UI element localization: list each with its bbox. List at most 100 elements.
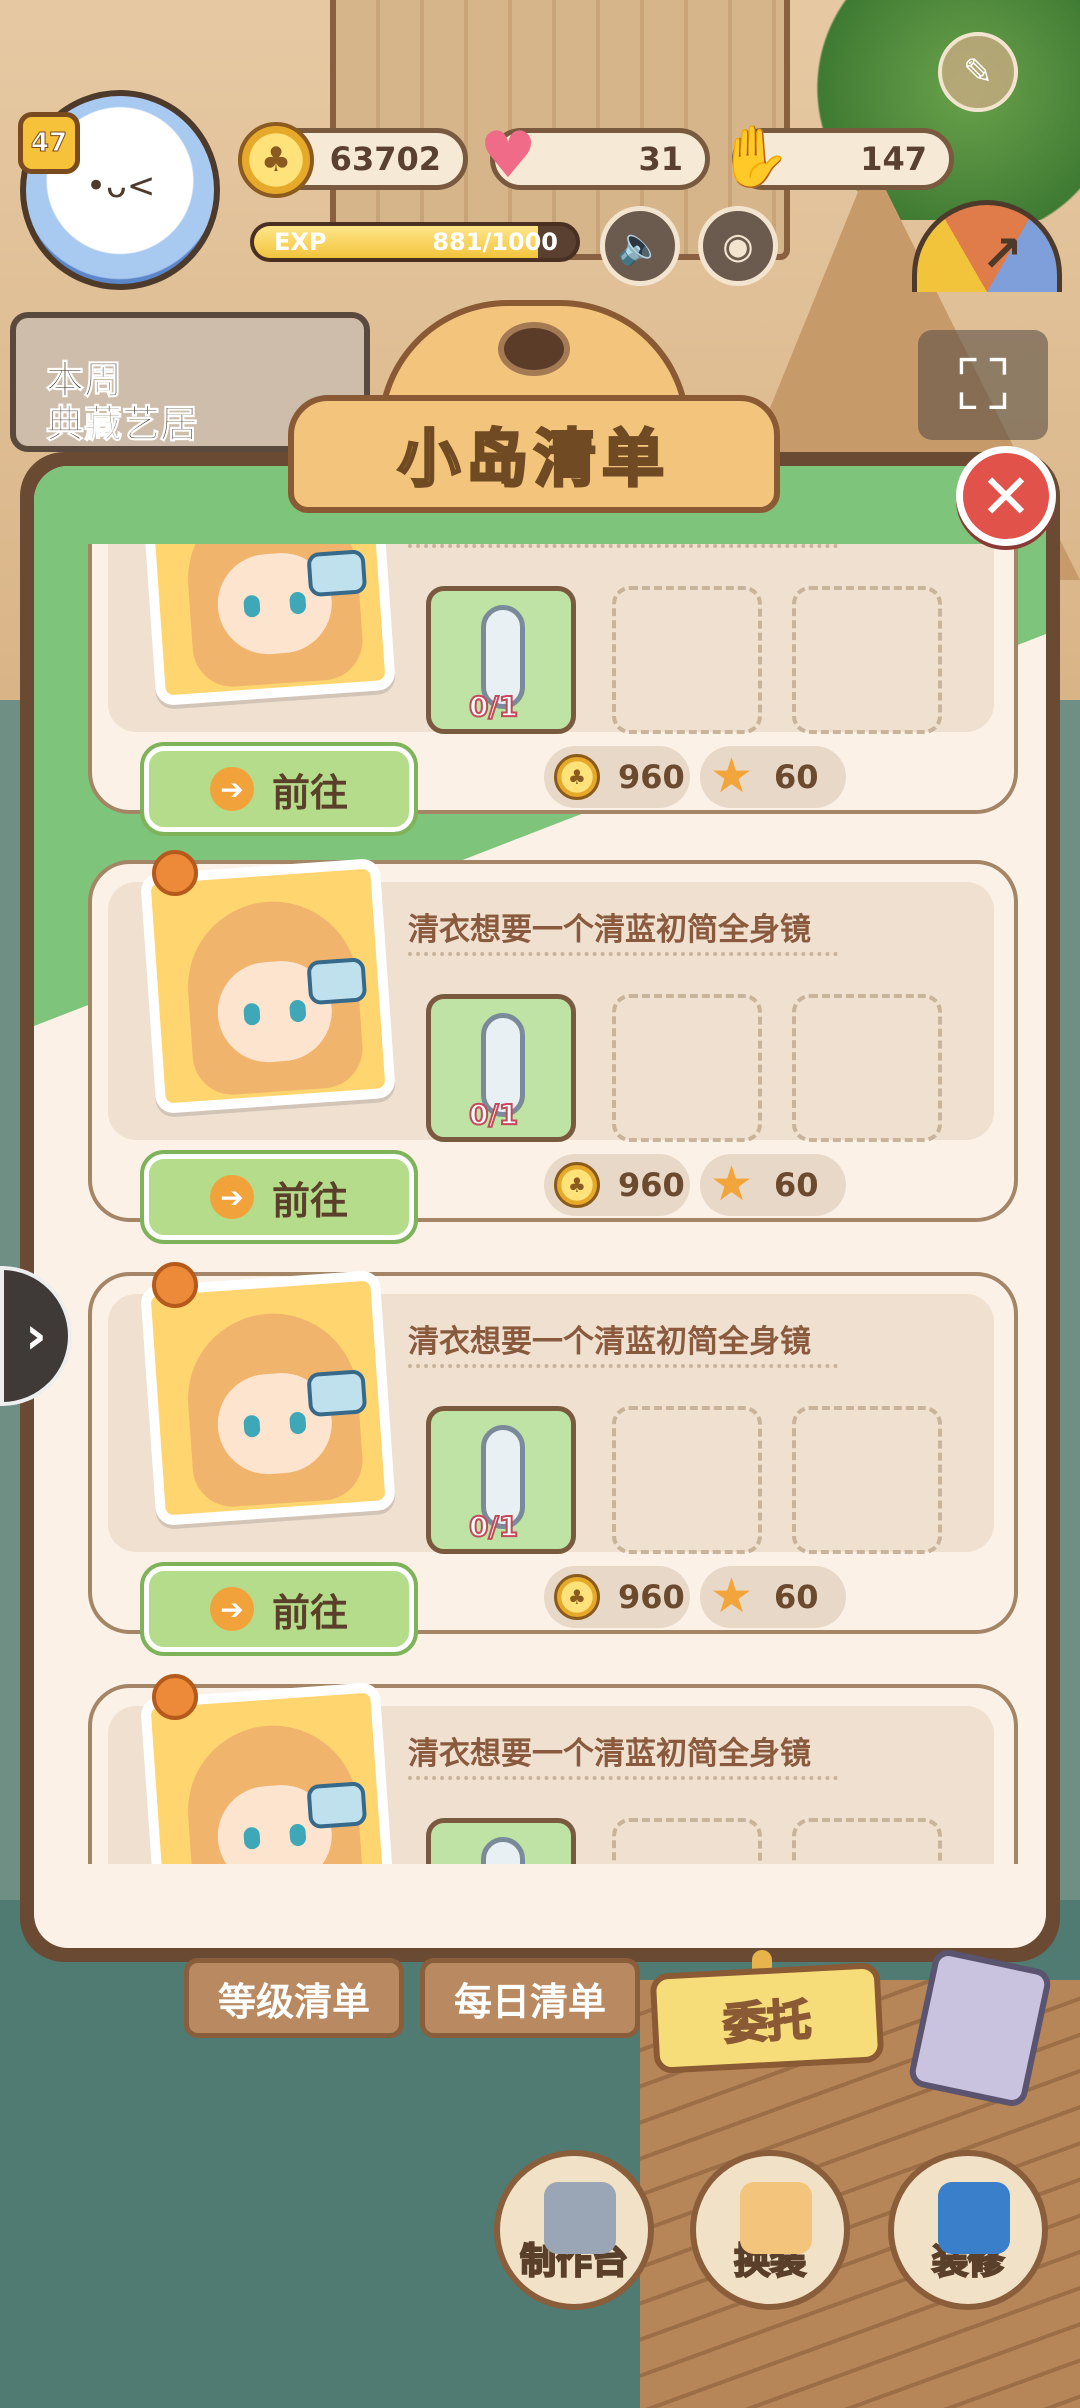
required-item-slot[interactable]: 0/1 — [426, 586, 576, 734]
camera-icon: ◉ — [722, 225, 754, 267]
portrait-bow — [306, 549, 368, 598]
order-request-text: 清衣想要一个清蓝初简全身镜 — [408, 1736, 811, 1772]
order-card: 清衣想要一个清蓝初简全身镜0/1➔前往♣960★60 — [88, 544, 1018, 836]
go-button[interactable]: ➔ 前往 — [140, 1562, 418, 1656]
portrait-eye — [243, 1826, 261, 1850]
chevron-right-icon: › — [25, 1306, 47, 1366]
bunny-coin-icon: ♣ — [238, 122, 314, 198]
close-button[interactable]: ✕ — [956, 446, 1056, 546]
speaker-button[interactable]: 🔈 — [600, 206, 680, 286]
workbench-button[interactable]: 制作台 — [494, 2150, 654, 2310]
order-panel: 清衣想要一个清蓝初简全身镜0/1 — [108, 544, 994, 734]
tab-level-list[interactable]: 等级清单 — [184, 1958, 404, 2038]
required-item-slot[interactable]: 0/1 — [426, 994, 576, 1142]
dotted-divider — [408, 1364, 838, 1368]
close-icon: ✕ — [980, 459, 1032, 533]
camera-button[interactable]: ◉ — [698, 206, 778, 286]
go-button-label: 前往 — [271, 1590, 348, 1635]
dotted-divider — [408, 544, 838, 548]
item-count: 0/1 — [468, 689, 519, 724]
shirt-icon — [740, 2182, 812, 2254]
mirror-icon — [481, 1837, 525, 1864]
star-icon: ★ — [710, 1568, 754, 1624]
coin-reward-value: 960 — [618, 758, 685, 796]
coin-reward-value: 960 — [618, 1578, 685, 1616]
coin-reward: ♣ 960 — [544, 1566, 690, 1628]
bunny-coin-icon: ♣ — [554, 754, 600, 800]
edit-button[interactable]: ✎ — [938, 32, 1018, 112]
tab-commission-label: 委托 — [721, 1994, 814, 2052]
speaker-icon: 🔈 — [617, 226, 663, 267]
portrait-bow — [306, 1369, 368, 1418]
needle-icon: ↗ — [981, 225, 1023, 283]
go-button-label: 前往 — [271, 770, 348, 815]
portrait-eye — [243, 594, 261, 618]
item-count: 0/1 — [468, 1509, 519, 1544]
portrait-eye — [243, 1002, 261, 1026]
bunny-face-icon: •ᴗ< — [86, 166, 156, 206]
glove-icon: ✋ — [716, 121, 792, 192]
star-reward-value: 60 — [774, 758, 819, 796]
order-request-text: 清衣想要一个清蓝初简全身镜 — [408, 912, 811, 948]
required-item-slot[interactable]: 0/1 — [426, 1818, 576, 1864]
dotted-divider — [408, 1776, 838, 1780]
character-portrait — [139, 857, 397, 1115]
dress-up-button[interactable]: 换装 — [690, 2150, 850, 2310]
order-request-text: 清衣想要一个清蓝初简全身镜 — [408, 1324, 811, 1360]
empty-item-slot — [792, 586, 942, 734]
arrow-right-icon: ➔ — [209, 1175, 254, 1219]
decorate-button[interactable]: 装修 — [888, 2150, 1048, 2310]
empty-item-slot — [792, 1818, 942, 1864]
coin-reward: ♣ 960 — [544, 1154, 690, 1216]
go-button[interactable]: ➔ 前往 — [140, 1150, 418, 1244]
item-count: 0/1 — [468, 1097, 519, 1132]
go-button[interactable]: ➔ 前往 — [140, 742, 418, 836]
order-list[interactable]: 清衣想要一个清蓝初简全身镜 0/1 ➔ 前往 ♣ 960 ★ 60 清衣想要一个清蓝初简全身镜 0… — [36, 544, 1026, 1864]
tab-daily-list-label: 每日清单 — [453, 1979, 606, 2024]
pushpin-icon — [152, 850, 198, 896]
workbench-icon — [544, 2182, 616, 2254]
order-panel: 清衣想要一个清蓝初简全身镜 0/1 — [108, 1262, 994, 1554]
portrait-eye — [289, 999, 307, 1023]
dialog-title-plate: 小岛清单 — [288, 300, 780, 515]
portrait-eye — [289, 1411, 307, 1435]
exp-bar: EXP 881/1000 — [250, 222, 580, 262]
order-panel: 清衣想要一个清蓝初简全身镜 0/1 — [108, 850, 994, 1142]
empty-item-slot — [792, 994, 942, 1142]
coin-reward: ♣ 960 — [544, 746, 690, 808]
empty-item-slot — [612, 586, 762, 734]
required-item-slot[interactable]: 0/1 — [426, 1406, 576, 1554]
go-button-label: 前往 — [271, 1178, 348, 1223]
pushpin-icon — [152, 1262, 198, 1308]
portrait-eye — [289, 591, 307, 615]
tab-daily-list[interactable]: 每日清单 — [420, 1958, 640, 2038]
energy-count: 147 — [860, 140, 927, 178]
weekly-banner-title: 本周 典藏艺居 — [45, 358, 199, 447]
star-reward: ★ 60 — [700, 1566, 846, 1628]
star-icon: ★ — [710, 1156, 754, 1212]
character-portrait — [139, 1269, 397, 1527]
heart-count: 31 — [638, 140, 683, 178]
fullscreen-icon: ⛶ — [958, 343, 1008, 426]
arrow-right-icon: ➔ — [209, 1587, 254, 1631]
empty-item-slot — [612, 1406, 762, 1554]
paint-roller-icon — [938, 2182, 1010, 2254]
portrait-bow — [306, 1781, 368, 1830]
coin-reward-value: 960 — [618, 1166, 685, 1204]
empty-item-slot — [612, 1818, 762, 1864]
order-panel: 清衣想要一个清蓝初简全身镜 0/1 — [108, 1674, 994, 1864]
tab-commission[interactable]: 委托 — [649, 1962, 885, 2074]
exp-value: 881/1000 — [432, 228, 558, 256]
order-card: 清衣想要一个清蓝初简全身镜 0/1 ➔ 前往 ♣ 960 ★ 60 — [88, 1262, 1018, 1656]
empty-item-slot — [612, 994, 762, 1142]
star-reward-value: 60 — [774, 1578, 819, 1616]
portrait-eye — [289, 1823, 307, 1847]
level-badge: 47 — [18, 112, 80, 174]
bunny-coin-icon: ♣ — [554, 1574, 600, 1620]
portrait-eye — [243, 1414, 261, 1438]
dotted-divider — [408, 952, 838, 956]
fullscreen-button[interactable]: ⛶ — [918, 330, 1048, 440]
pencil-icon: ✎ — [962, 51, 994, 93]
order-card: 清衣想要一个清蓝初简全身镜0/1➔前往♣960★60 — [88, 850, 1018, 1244]
arrow-right-icon: ➔ — [209, 767, 254, 811]
